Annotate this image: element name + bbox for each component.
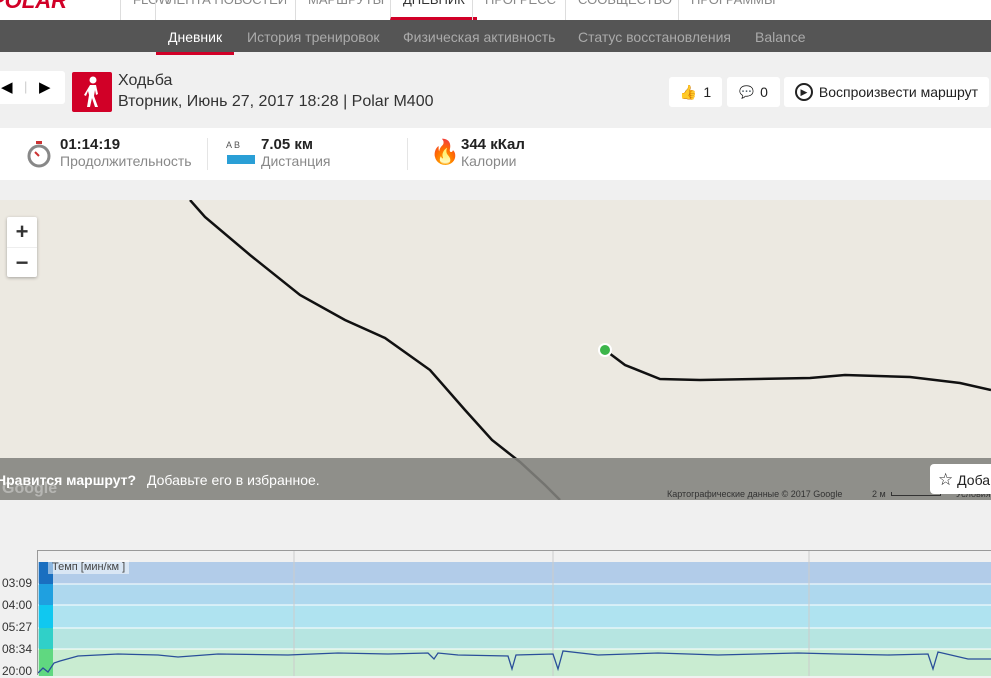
tab-balance[interactable]: Balance bbox=[755, 29, 806, 45]
map-attribution[interactable]: Картографические данные © 2017 Google bbox=[667, 489, 842, 499]
route-line bbox=[189, 200, 991, 500]
calories-value: 344 кКал bbox=[461, 136, 525, 153]
top-navigation: POLAR FLOW ЛЕНТА НОВОСТЕЙ МАРШРУТЫ ДНЕВН… bbox=[0, 0, 991, 20]
tab-recovery[interactable]: Статус восстановления bbox=[578, 29, 731, 45]
play-icon: ▶ bbox=[794, 83, 813, 101]
route-map[interactable]: + − Нравится маршрут? Добавьте его в изб… bbox=[0, 200, 991, 500]
nav-community[interactable]: СООБЩЕСТВО bbox=[565, 0, 684, 20]
ruler-icon bbox=[227, 155, 255, 164]
nav-programs[interactable]: ПРОГРАММЫ bbox=[678, 0, 788, 20]
like-button[interactable]: 👍 1 bbox=[669, 77, 722, 107]
tab-diary[interactable]: Дневник bbox=[155, 29, 235, 55]
favorite-prompt-bar: Нравится маршрут? Добавьте его в избранн… bbox=[0, 458, 991, 500]
tab-history[interactable]: История тренировок bbox=[247, 29, 379, 45]
google-logo: Google bbox=[2, 480, 58, 497]
y-tick: 20:00 bbox=[2, 664, 33, 678]
sub-navigation: Дневник История тренировок Физическая ак… bbox=[0, 20, 991, 55]
favorite-hint: Добавьте его в избранное. bbox=[147, 472, 320, 488]
summary-stats: 01:14:19 Продолжительность A B 7.05 км Дис… bbox=[0, 128, 991, 180]
y-tick: 08:34 bbox=[2, 642, 33, 656]
nav-progress[interactable]: ПРОГРЕСС bbox=[472, 0, 568, 20]
start-marker bbox=[598, 343, 612, 357]
nav-diary[interactable]: ДНЕВНИК bbox=[390, 0, 477, 20]
duration-value: 01:14:19 bbox=[60, 136, 121, 153]
thumbs-up-icon: 👍 bbox=[679, 83, 698, 100]
comments-button[interactable]: 💬 0 bbox=[727, 77, 780, 107]
nav-news[interactable]: ЛЕНТА НОВОСТЕЙ bbox=[155, 0, 299, 20]
zoom-control: + − bbox=[7, 217, 37, 277]
replay-route-button[interactable]: ▶ Воспроизвести маршрут bbox=[784, 77, 989, 107]
comment-icon: 💬 bbox=[739, 85, 755, 99]
y-tick: 04:00 bbox=[2, 598, 33, 612]
star-icon: ☆ bbox=[938, 470, 954, 489]
y-tick: 03:09 bbox=[2, 576, 33, 590]
duration-label: Продолжительность bbox=[60, 153, 192, 169]
session-subtitle: Вторник, Июнь 27, 2017 18:28 | Polar M40… bbox=[118, 93, 434, 110]
sport-name: Ходьба bbox=[118, 72, 173, 89]
calories-label: Калории bbox=[461, 153, 517, 169]
nav-routes[interactable]: МАРШРУТЫ bbox=[295, 0, 396, 20]
flame-icon: 🔥 bbox=[430, 139, 460, 166]
session-nav: ◀ | ▶ bbox=[0, 71, 65, 104]
y-tick: 05:27 bbox=[2, 620, 33, 634]
next-arrow-icon[interactable]: ▶ bbox=[39, 78, 51, 96]
prev-arrow-icon[interactable]: ◀ bbox=[1, 78, 13, 96]
ab-label: A B bbox=[226, 140, 241, 150]
add-favorite-button[interactable]: ☆ Доба bbox=[930, 464, 991, 494]
stopwatch-icon bbox=[27, 140, 51, 173]
distance-label: Дистанция bbox=[261, 153, 331, 169]
zoom-out-button[interactable]: − bbox=[7, 247, 37, 277]
zoom-in-button[interactable]: + bbox=[7, 217, 37, 247]
tab-activity[interactable]: Физическая активность bbox=[403, 29, 555, 45]
map-scale: 2 м bbox=[872, 489, 886, 499]
chart-title: Темп [мин/км ] bbox=[48, 560, 130, 574]
distance-value: 7.05 км bbox=[261, 136, 313, 153]
pace-chart[interactable]: Темп [мин/км ] bbox=[37, 550, 991, 676]
walking-icon bbox=[72, 72, 112, 112]
polar-logo: POLAR bbox=[0, 0, 67, 13]
